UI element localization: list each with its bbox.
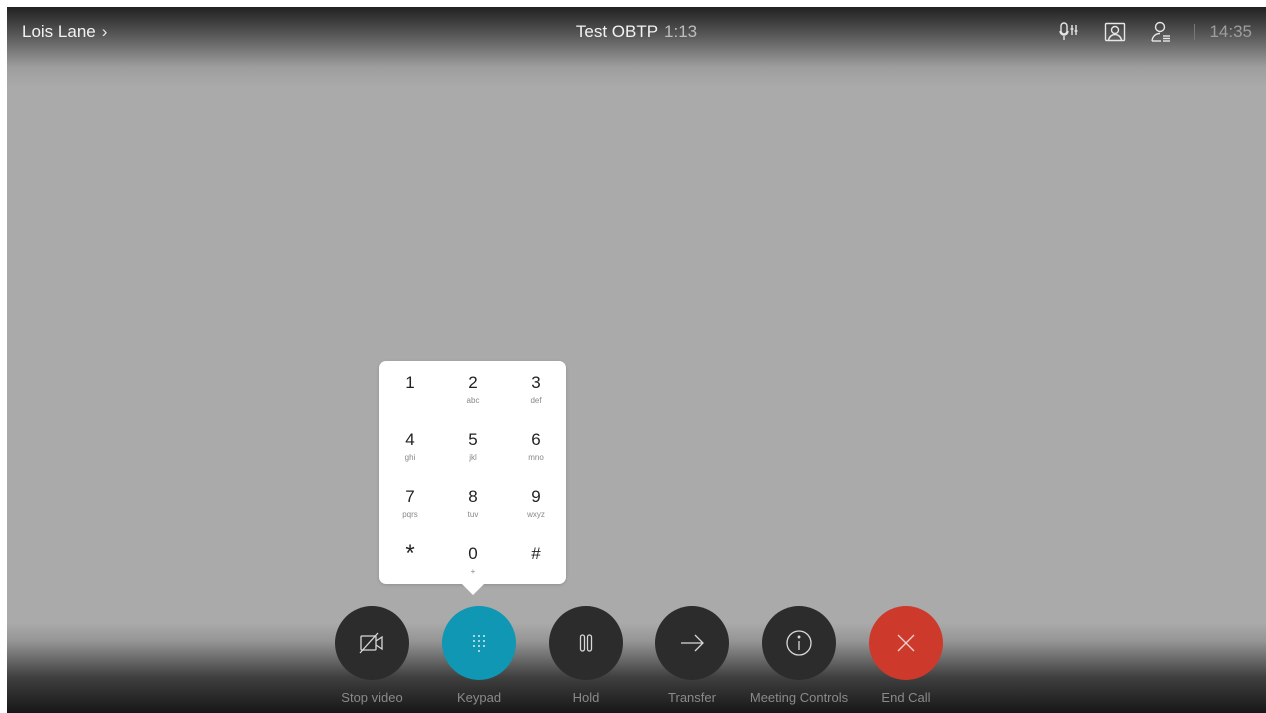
key-digit: 1 bbox=[405, 373, 415, 392]
key-digit: * bbox=[405, 540, 415, 567]
stop-video-label: Stop video bbox=[341, 690, 403, 705]
key-5[interactable]: 5 jkl bbox=[447, 430, 499, 476]
transfer-circle[interactable] bbox=[655, 606, 729, 680]
top-right-controls: 14:35 bbox=[1036, 19, 1252, 45]
key-7[interactable]: 7 pqrs bbox=[384, 487, 436, 533]
key-letters: ghi bbox=[404, 453, 416, 462]
key-4[interactable]: 4 ghi bbox=[384, 430, 436, 476]
key-letters: jkl bbox=[469, 453, 477, 462]
key-digit: # bbox=[531, 544, 541, 563]
end-call-circle[interactable] bbox=[869, 606, 943, 680]
stop-video-circle[interactable] bbox=[335, 606, 409, 680]
meeting-name: Test OBTP bbox=[575, 22, 659, 41]
key-letters: pqrs bbox=[402, 510, 418, 519]
key-6[interactable]: 6 mno bbox=[510, 430, 562, 476]
hold-button[interactable]: Hold bbox=[526, 606, 646, 705]
key-digit: 4 bbox=[405, 430, 415, 449]
transfer-label: Transfer bbox=[668, 690, 716, 705]
hold-circle[interactable] bbox=[549, 606, 623, 680]
key-2[interactable]: 2 abc bbox=[447, 373, 499, 419]
arrow-right-icon bbox=[681, 634, 704, 652]
key-8[interactable]: 8 tuv bbox=[447, 487, 499, 533]
key-letters: + bbox=[470, 567, 476, 576]
meeting-controls-button[interactable]: Meeting Controls bbox=[739, 606, 859, 705]
microphone-settings-icon[interactable] bbox=[1056, 19, 1082, 45]
key-digit: 9 bbox=[531, 487, 541, 506]
key-digit: 8 bbox=[468, 487, 478, 506]
key-digit: 3 bbox=[531, 373, 541, 392]
self-view-icon[interactable] bbox=[1102, 19, 1128, 45]
end-call-label: End Call bbox=[881, 690, 931, 705]
participants-icon[interactable] bbox=[1148, 19, 1174, 45]
key-letters: tuv bbox=[467, 510, 479, 519]
key-star[interactable]: * bbox=[384, 542, 436, 588]
transfer-button[interactable]: Transfer bbox=[632, 606, 752, 705]
key-letters: abc bbox=[466, 396, 480, 405]
keypad-icon bbox=[473, 635, 485, 652]
top-bar: Lois Lane › Test OBTP 1:13 14:35 bbox=[7, 7, 1266, 57]
key-1[interactable]: 1 bbox=[384, 373, 436, 419]
key-3[interactable]: 3 def bbox=[510, 373, 562, 419]
video-off-icon bbox=[359, 632, 383, 654]
call-duration: 1:13 bbox=[664, 22, 698, 41]
meeting-controls-circle[interactable] bbox=[762, 606, 836, 680]
info-icon bbox=[786, 630, 812, 656]
key-9[interactable]: 9 wxyz bbox=[510, 487, 562, 533]
stop-video-button[interactable]: Stop video bbox=[312, 606, 432, 705]
keypad-circle[interactable] bbox=[442, 606, 516, 680]
key-letters: wxyz bbox=[527, 510, 545, 519]
key-digit: 0 bbox=[468, 544, 478, 563]
key-letters: mno bbox=[528, 453, 544, 462]
key-hash[interactable]: # bbox=[510, 544, 562, 590]
keypad-popup-pointer bbox=[461, 583, 485, 595]
key-digit: 7 bbox=[405, 487, 415, 506]
clock: 14:35 bbox=[1209, 22, 1252, 41]
key-digit: 5 bbox=[468, 430, 478, 449]
meeting-controls-label: Meeting Controls bbox=[749, 690, 849, 705]
pause-icon bbox=[579, 634, 593, 652]
header-divider bbox=[1194, 24, 1196, 40]
key-letters: def bbox=[530, 396, 542, 405]
close-icon bbox=[897, 634, 915, 652]
keypad-popup: 1 2 abc 3 def 4 ghi 5 jkl 6 mno 7 pqrs 8… bbox=[379, 361, 566, 584]
keypad-label: Keypad bbox=[456, 690, 502, 705]
key-digit: 2 bbox=[468, 373, 478, 392]
end-call-button[interactable]: End Call bbox=[846, 606, 966, 705]
hold-label: Hold bbox=[572, 690, 600, 705]
keypad-button[interactable]: Keypad bbox=[419, 606, 539, 705]
key-digit: 6 bbox=[531, 430, 541, 449]
